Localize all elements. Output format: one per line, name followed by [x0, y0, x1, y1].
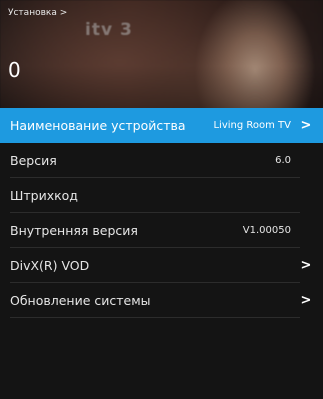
- chevron-right-icon: >: [300, 258, 312, 273]
- menu-item-label: Внутренняя версия: [10, 223, 138, 238]
- menu-item-value: 6.0: [275, 155, 291, 166]
- menu-item-label: Версия: [10, 153, 57, 168]
- menu-item-label: Обновление системы: [10, 293, 151, 308]
- chevron-right-icon: >: [300, 118, 312, 133]
- breadcrumb[interactable]: Установка >: [8, 8, 67, 18]
- menu-item-value: V1.00050: [242, 225, 291, 236]
- menu-item-device-name[interactable]: Наименование устройства Living Room TV >: [0, 108, 323, 143]
- divider: [10, 317, 300, 318]
- menu-item-value: Living Room TV: [213, 120, 291, 131]
- menu-item-divx-vod[interactable]: DivX(R) VOD >: [0, 248, 323, 283]
- menu-item-barcode[interactable]: Штрихкод: [0, 178, 323, 213]
- menu-item-label: DivX(R) VOD: [10, 258, 90, 273]
- current-value: 0: [8, 58, 21, 82]
- settings-menu-panel: Наименование устройства Living Room TV >…: [0, 108, 323, 399]
- menu-item-version[interactable]: Версия 6.0: [0, 143, 323, 178]
- settings-menu-list: Наименование устройства Living Room TV >…: [0, 108, 323, 318]
- menu-item-label: Штрихкод: [10, 188, 78, 203]
- menu-item-system-update[interactable]: Обновление системы >: [0, 283, 323, 318]
- menu-item-label: Наименование устройства: [10, 118, 186, 133]
- menu-item-internal-version[interactable]: Внутренняя версия V1.00050: [0, 213, 323, 248]
- channel-logo: itv 3: [85, 20, 133, 40]
- tv-settings-screen: itv 3 Установка > 0 Наименование устройс…: [0, 0, 323, 399]
- chevron-right-icon: >: [300, 293, 312, 308]
